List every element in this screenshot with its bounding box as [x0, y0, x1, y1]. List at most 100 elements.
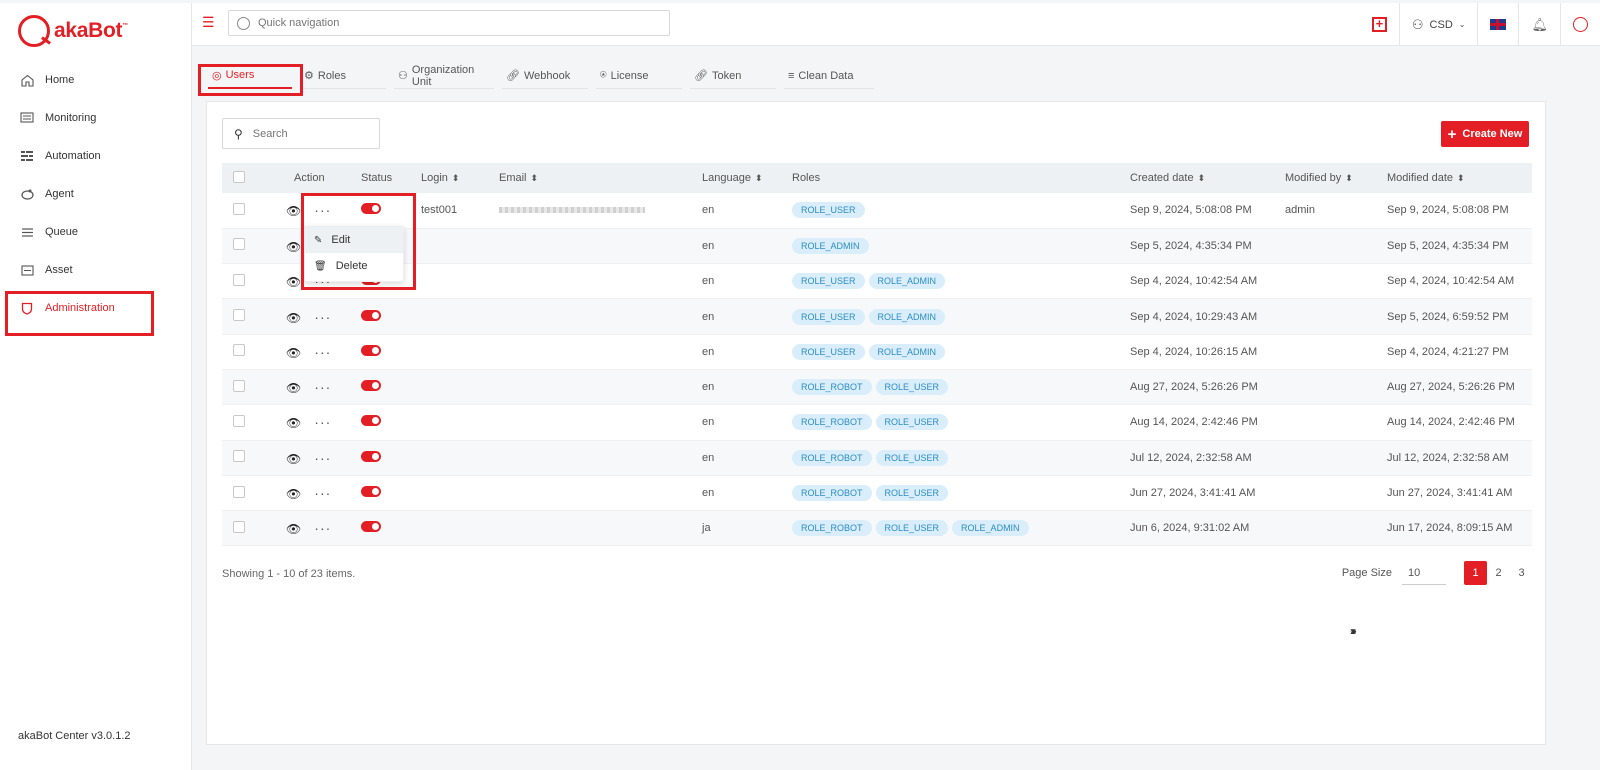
login-cell [421, 511, 499, 546]
user-avatar-icon [1573, 17, 1588, 32]
row-checkbox[interactable] [233, 238, 245, 251]
page-2-button[interactable]: 2 [1487, 561, 1510, 585]
view-eye-icon[interactable]: 👁︎ [286, 381, 301, 395]
row-checkbox[interactable] [233, 485, 245, 498]
page-size-select[interactable]: 10 [1402, 561, 1446, 585]
akabot-logo[interactable]: akaBot™ [18, 15, 128, 47]
more-actions-icon[interactable]: ··· [314, 379, 331, 395]
page-1-button[interactable]: 1 [1464, 561, 1487, 585]
add-shortcut-button[interactable]: + [1360, 3, 1399, 46]
last-page-icon[interactable]: » [1342, 619, 1365, 643]
more-actions-icon[interactable]: ··· [314, 414, 331, 430]
status-toggle[interactable] [361, 309, 381, 321]
view-eye-icon[interactable]: 👁︎ [286, 240, 301, 254]
role-badge: ROLE_USER [875, 520, 949, 537]
login-cell [421, 334, 499, 369]
sidebar-nav: Home Monitoring Automation Agent Queue A… [0, 61, 192, 327]
view-eye-icon[interactable]: 👁︎ [286, 522, 301, 536]
more-actions-icon[interactable]: ··· [314, 309, 331, 325]
tab-license[interactable]: ⍟ License [596, 63, 682, 89]
tab-token[interactable]: 🔗︎ Token [690, 63, 776, 89]
view-eye-icon[interactable]: 👁︎ [286, 311, 301, 325]
created-date-cell: Sep 4, 2024, 10:42:54 AM [1130, 275, 1258, 288]
tenant-name: CSD [1429, 18, 1453, 31]
tab-label: Roles [317, 69, 346, 82]
tab-roles[interactable]: ⚙ Roles [300, 63, 386, 89]
select-cell [222, 440, 258, 475]
col-created-date[interactable]: Created date ⬍ [1130, 163, 1285, 193]
sidebar: akaBot™ Home Monitoring Automation Agent… [0, 3, 192, 770]
language-selector[interactable] [1477, 3, 1518, 46]
row-checkbox[interactable] [233, 414, 245, 427]
row-checkbox[interactable] [233, 202, 245, 215]
table-row[interactable]: 👁︎ ··· en ROLE_ADMIN Sep 5, 2024, 4:35:3… [222, 228, 1532, 264]
tab-organization-unit[interactable]: ⚇ Organization Unit [394, 63, 494, 89]
quick-navigation-input[interactable] [258, 17, 658, 29]
page-size-value: 10 [1408, 566, 1421, 579]
more-actions-icon[interactable]: ··· [314, 344, 331, 360]
table-row[interactable]: 👁︎ ··· en ROLE_ROBOT ROLE_USER Aug 14, 20… [222, 405, 1532, 441]
table-row[interactable]: 👁︎ ··· en ROLE_ROBOT ROLE_USER Aug 27, 20… [222, 369, 1532, 405]
table-row[interactable]: 👁︎ ··· en ROLE_ROBOT ROLE_USER Jul 12, 20… [222, 440, 1532, 476]
row-checkbox[interactable] [233, 309, 245, 322]
view-eye-icon[interactable]: 👁︎ [286, 487, 301, 501]
col-email[interactable]: Email ⬍ [499, 163, 702, 193]
search-input[interactable] [252, 127, 373, 140]
page-3-button[interactable]: 3 [1510, 561, 1533, 585]
view-eye-icon[interactable]: 👁︎ [286, 416, 301, 430]
status-toggle[interactable] [361, 415, 381, 427]
row-checkbox[interactable] [233, 379, 245, 392]
more-actions-icon[interactable]: ··· [314, 485, 331, 501]
status-toggle[interactable] [361, 521, 381, 533]
role-badge: ROLE_USER [875, 449, 949, 466]
col-language[interactable]: Language ⬍ [702, 163, 792, 193]
create-new-button[interactable]: + Create New [1441, 121, 1529, 147]
table-row[interactable]: 👁︎ ··· ja ROLE_ROBOT ROLE_USER ROLE_ADMIN … [222, 510, 1532, 546]
select-cell [222, 475, 258, 510]
select-all-checkbox[interactable] [233, 170, 245, 183]
tenant-selector[interactable]: ⚇ CSD ⌄ [1398, 3, 1478, 46]
view-eye-icon[interactable]: 👁︎ [286, 275, 301, 289]
sidebar-item-label: Home [45, 74, 75, 86]
status-toggle[interactable] [361, 344, 381, 356]
masked-email [499, 207, 645, 214]
sidebar-item-asset[interactable]: Asset [0, 251, 192, 289]
status-toggle[interactable] [361, 486, 381, 498]
sidebar-item-queue[interactable]: Queue [0, 213, 192, 251]
user-menu-button[interactable] [1560, 3, 1600, 46]
tab-webhook[interactable]: 🔗︎ Webhook [502, 63, 588, 89]
more-actions-icon[interactable]: ··· [314, 450, 331, 466]
menu-toggle-icon[interactable]: ☰ [202, 15, 216, 29]
language-cell: en [702, 275, 715, 288]
status-toggle[interactable] [361, 450, 381, 462]
table-row[interactable]: 👁︎ ··· test001 en ROLE_USER Sep 9, 2024,… [222, 193, 1532, 229]
more-actions-icon[interactable]: ··· [314, 520, 331, 536]
sidebar-item-monitoring[interactable]: Monitoring [0, 99, 192, 137]
select-cell [222, 193, 258, 228]
sidebar-item-automation[interactable]: Automation [0, 137, 192, 175]
tab-clean-data[interactable]: ≡ Clean Data [784, 63, 874, 89]
table-row[interactable]: 👁︎ ··· en ROLE_USERROLE_ADMIN Sep 4, 202… [222, 298, 1532, 335]
view-eye-icon[interactable]: 👁︎ [286, 204, 301, 218]
sort-icon: ⬍ [754, 173, 763, 183]
view-eye-icon[interactable]: 👁︎ [286, 346, 301, 360]
col-modified-date[interactable]: Modified date ⬍ [1387, 163, 1532, 193]
table-row[interactable]: 👁︎ ··· en ROLE_USERROLE_ADMIN Sep 4, 202… [222, 334, 1532, 370]
row-checkbox[interactable] [233, 344, 245, 357]
col-login[interactable]: Login ⬍ [421, 163, 499, 193]
row-checkbox[interactable] [233, 450, 245, 463]
status-toggle[interactable] [361, 380, 381, 392]
row-checkbox[interactable] [233, 520, 245, 533]
view-eye-icon[interactable]: 👁︎ [286, 452, 301, 466]
quick-navigation[interactable] [228, 10, 670, 36]
sidebar-item-agent[interactable]: Agent [0, 175, 192, 213]
select-cell [222, 228, 258, 263]
search-box[interactable]: ⚲ [222, 118, 380, 149]
created-date-cell: Jun 27, 2024, 3:41:41 AM [1130, 487, 1256, 500]
table-row[interactable]: 👁︎ ··· en ROLE_ROBOT ROLE_USER Jun 27, 20… [222, 475, 1532, 511]
row-checkbox[interactable] [233, 273, 245, 286]
sidebar-item-home[interactable]: Home [0, 61, 192, 99]
notifications-button[interactable]: 🔔︎ [1518, 3, 1560, 46]
col-modified-by[interactable]: Modified by ⬍ [1285, 163, 1387, 193]
table-row[interactable]: 👁︎ ··· en ROLE_USERROLE_ADMIN Sep 4, 202… [222, 264, 1532, 299]
